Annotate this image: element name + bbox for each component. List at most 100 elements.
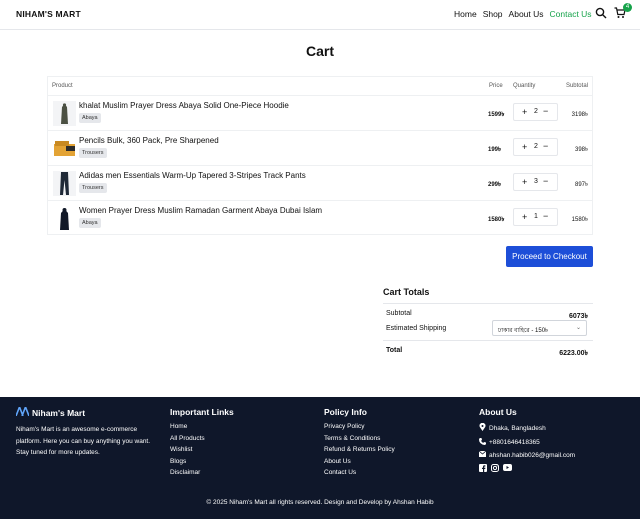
product-price: 1580৳ <box>488 217 505 223</box>
shipping-label: Estimated Shipping <box>386 325 447 332</box>
quantity-value: 2 <box>534 108 538 115</box>
quantity-value: 2 <box>534 143 538 150</box>
footer-link-home[interactable]: Home <box>170 423 234 431</box>
quantity-value: 3 <box>534 178 538 185</box>
policy-info-title: Policy Info <box>324 407 367 417</box>
site-header: NIHAM'S MART Home Shop About Us Contact … <box>0 0 640 30</box>
instagram-icon[interactable] <box>491 463 499 472</box>
cart-icon[interactable]: 4 <box>614 3 632 18</box>
product-name[interactable]: Pencils Bulk, 360 Pack, Pre Sharpened <box>79 136 219 145</box>
logo-icon <box>15 404 30 418</box>
footer-link-contact[interactable]: Contact Us <box>324 469 395 477</box>
cart-totals-title: Cart Totals <box>383 287 430 297</box>
divider <box>383 303 593 304</box>
nav-home[interactable]: Home <box>454 9 477 19</box>
site-footer: Niham's Mart Niham's Mart is an awesome … <box>0 397 640 519</box>
quantity-stepper: + 2 − <box>513 138 558 156</box>
page-title: Cart <box>305 43 334 59</box>
phone-row: +8801646418365 <box>479 437 575 448</box>
plus-icon[interactable]: + <box>522 212 527 222</box>
product-price: 199৳ <box>488 147 501 153</box>
col-price: Price <box>489 83 503 89</box>
table-row: khalat Muslim Prayer Dress Abaya Solid O… <box>48 96 592 131</box>
divider <box>383 340 593 341</box>
nav-contact-us[interactable]: Contact Us <box>550 9 592 19</box>
minus-icon[interactable]: − <box>543 141 548 151</box>
envelope-icon <box>478 450 487 460</box>
quantity-value: 1 <box>534 213 538 220</box>
product-image[interactable] <box>53 206 76 231</box>
main-nav: Home Shop About Us Contact Us <box>454 9 592 19</box>
col-product: Product <box>52 83 73 89</box>
table-row: Women Prayer Dress Muslim Ramadan Garmen… <box>48 201 592 236</box>
table-header: Product Price Quantity Subtotal <box>48 77 592 96</box>
about-us-title: About Us <box>479 407 517 417</box>
product-price: 1599৳ <box>488 112 505 118</box>
product-name[interactable]: Adidas men Essentials Warm-Up Tapered 3-… <box>79 171 306 180</box>
brand-logo[interactable]: NIHAM'S MART <box>16 9 81 19</box>
footer-link-all-products[interactable]: All Products <box>170 435 234 443</box>
minus-icon[interactable]: − <box>543 176 548 186</box>
facebook-icon[interactable] <box>479 463 487 472</box>
row-subtotal: 398৳ <box>575 147 588 153</box>
total-label: Total <box>386 347 403 354</box>
quantity-stepper: + 1 − <box>513 208 558 226</box>
proceed-to-checkout-button[interactable]: Proceed to Checkout <box>506 246 593 267</box>
cart-count-badge: 4 <box>623 3 632 12</box>
youtube-icon[interactable] <box>503 463 512 472</box>
search-icon[interactable] <box>595 6 607 19</box>
product-image[interactable] <box>53 136 76 161</box>
category-badge: Abaya <box>79 218 101 228</box>
shipping-select[interactable]: ঢাকার বাহিরে - 150৳ ⌄ <box>492 320 587 336</box>
product-name[interactable]: khalat Muslim Prayer Dress Abaya Solid O… <box>79 101 289 110</box>
footer-link-wishlist[interactable]: Wishlist <box>170 446 234 454</box>
row-subtotal: 897৳ <box>575 182 588 188</box>
row-subtotal: 3198৳ <box>571 112 588 118</box>
footer-link-privacy[interactable]: Privacy Policy <box>324 423 395 431</box>
important-links-title: Important Links <box>170 407 234 417</box>
plus-icon[interactable]: + <box>522 107 527 117</box>
table-row: Adidas men Essentials Warm-Up Tapered 3-… <box>48 166 592 201</box>
shipping-option: ঢাকার বাহিরে - 150৳ <box>498 328 549 334</box>
footer-brand[interactable]: Niham's Mart <box>15 404 156 418</box>
plus-icon[interactable]: + <box>522 142 527 152</box>
social-links <box>479 463 575 472</box>
plus-icon[interactable]: + <box>522 177 527 187</box>
policy-info-column: Policy Info Privacy Policy Terms & Condi… <box>324 407 395 481</box>
chevron-down-icon: ⌄ <box>575 325 581 331</box>
cart-table: Product Price Quantity Subtotal khalat M… <box>47 76 593 235</box>
product-image[interactable] <box>53 101 76 126</box>
product-image[interactable] <box>53 171 76 196</box>
product-price: 299৳ <box>488 182 501 188</box>
quantity-stepper: + 2 − <box>513 103 558 121</box>
footer-link-refund[interactable]: Refund & Returns Policy <box>324 446 395 454</box>
category-badge: Abaya <box>79 113 101 123</box>
subtotal-label: Subtotal <box>386 310 412 317</box>
col-subtotal: Subtotal <box>565 83 588 89</box>
footer-link-disclaimer[interactable]: Disclaimar <box>170 469 234 477</box>
category-badge: Trousers <box>79 148 107 158</box>
product-name[interactable]: Women Prayer Dress Muslim Ramadan Garmen… <box>79 206 322 215</box>
minus-icon[interactable]: − <box>543 106 548 116</box>
footer-about-text: Niham's Mart is an awesome e-commerce pl… <box>16 426 151 456</box>
about-us-column: About Us Dhaka, Bangladesh +880164641836… <box>478 407 575 472</box>
total-value: 6223.00৳ <box>559 350 588 357</box>
footer-link-about[interactable]: About Us <box>324 458 395 466</box>
minus-icon[interactable]: − <box>543 211 548 221</box>
nav-about-us[interactable]: About Us <box>509 9 544 19</box>
copyright-text: © 2025 Niham's Mart all rights reserved.… <box>206 499 434 506</box>
quantity-stepper: + 3 − <box>513 173 558 191</box>
important-links-column: Important Links Home All Products Wishli… <box>170 407 234 481</box>
header-icons: 4 <box>595 3 632 19</box>
location-pin-icon <box>479 422 486 434</box>
phone-icon <box>479 437 486 448</box>
footer-brand-column: Niham's Mart Niham's Mart is an awesome … <box>15 404 156 459</box>
nav-shop[interactable]: Shop <box>483 9 503 19</box>
row-subtotal: 1580৳ <box>571 217 588 223</box>
email-row: ahshan.habib026@gmail.com <box>478 450 575 460</box>
category-badge: Trousers <box>79 183 107 193</box>
table-row: Pencils Bulk, 360 Pack, Pre Sharpened Tr… <box>48 131 592 166</box>
footer-link-terms[interactable]: Terms & Conditions <box>324 435 395 443</box>
footer-link-blogs[interactable]: Blogs <box>170 458 234 466</box>
col-quantity: Quantity <box>513 83 536 89</box>
